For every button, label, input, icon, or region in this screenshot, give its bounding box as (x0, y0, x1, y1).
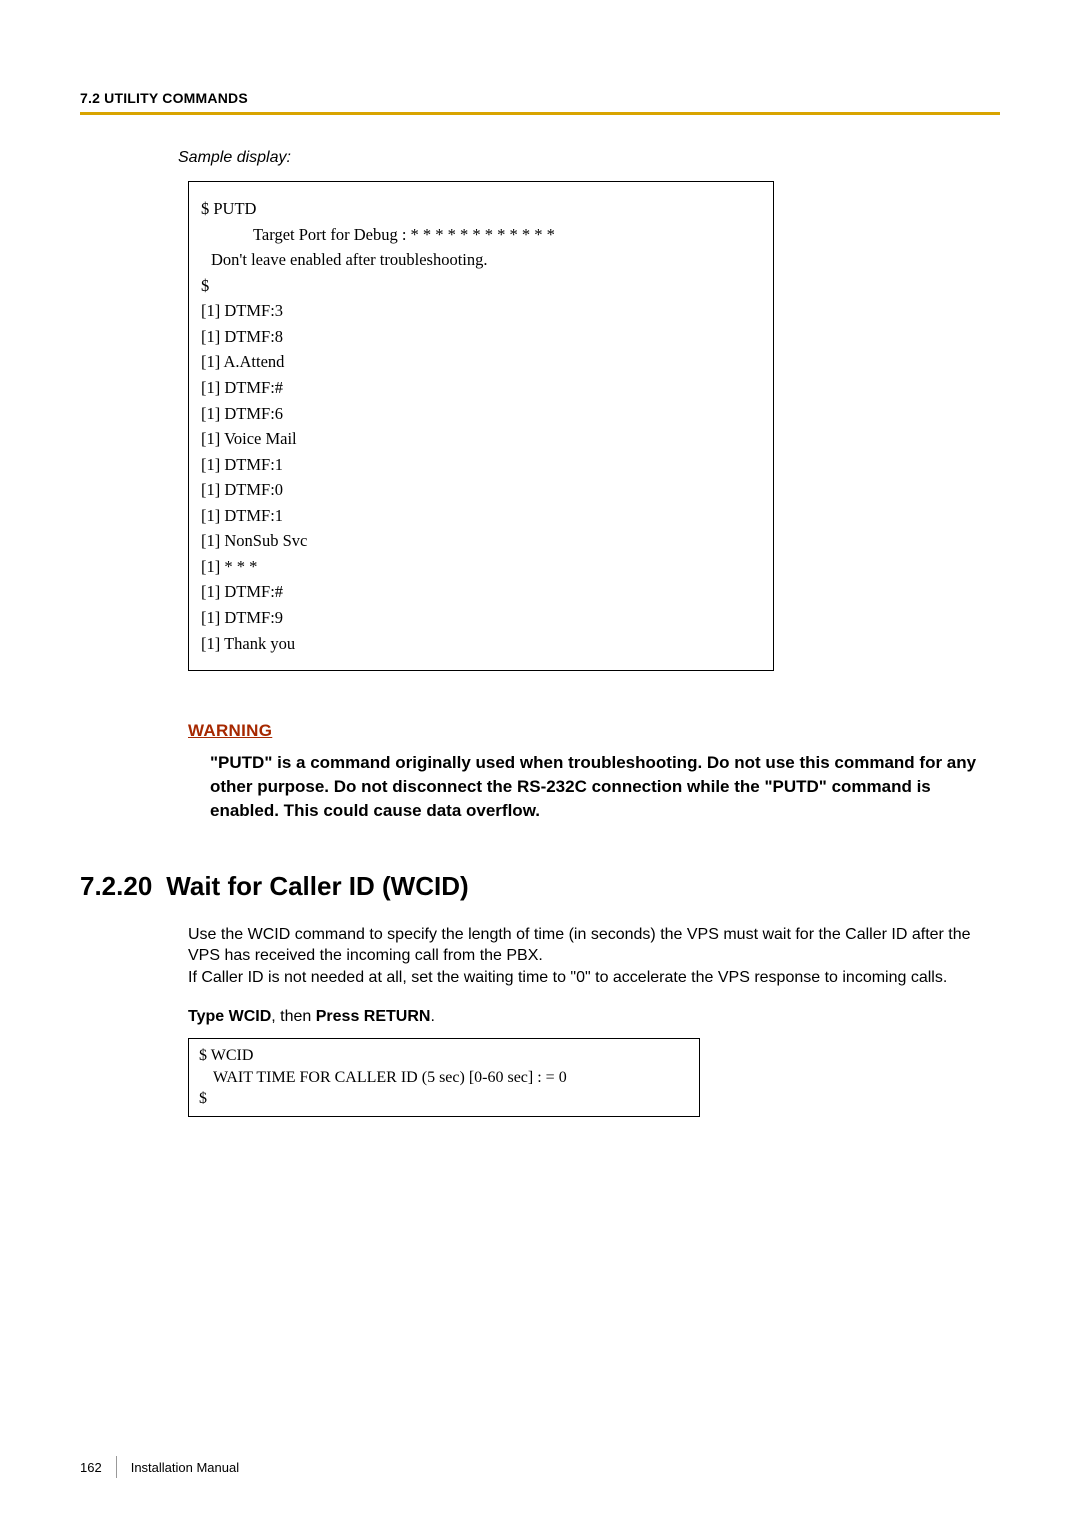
code-line: $ (199, 1088, 689, 1110)
section-heading: 7.2.20 Wait for Caller ID (WCID) (80, 871, 1000, 902)
footer-label: Installation Manual (131, 1460, 239, 1475)
code-line: Target Port for Debug : * * * * * * * * … (201, 222, 761, 248)
warning-block: WARNING "PUTD" is a command originally u… (188, 721, 998, 822)
code-line: [1] * * * (201, 554, 761, 580)
code-line: [1] NonSub Svc (201, 528, 761, 554)
section-header: 7.2 UTILITY COMMANDS (80, 90, 1000, 106)
instruction-line: Type WCID, then Press RETURN. (188, 1008, 1000, 1026)
instruction-action: Press RETURN (316, 1008, 431, 1025)
page-footer: 162 Installation Manual (80, 1456, 239, 1478)
code-line: WAIT TIME FOR CALLER ID (5 sec) [0-60 se… (199, 1067, 689, 1089)
instruction-cmd: Type WCID (188, 1008, 271, 1025)
code-line: [1] DTMF:9 (201, 605, 761, 631)
code-line: [1] Thank you (201, 631, 761, 657)
code-line: $ WCID (199, 1045, 689, 1067)
section-number: 7.2.20 (80, 871, 152, 901)
code-line: $ (201, 273, 761, 299)
sample-display-label: Sample display: (178, 149, 1000, 167)
code-line: [1] DTMF:# (201, 579, 761, 605)
code-line: [1] DTMF:1 (201, 452, 761, 478)
body-paragraph: Use the WCID command to specify the leng… (188, 924, 998, 989)
code-line: [1] DTMF:8 (201, 324, 761, 350)
code-line: [1] DTMF:0 (201, 477, 761, 503)
wcid-code-box: $ WCIDWAIT TIME FOR CALLER ID (5 sec) [0… (188, 1038, 700, 1117)
sample-code-box: $ PUTDTarget Port for Debug : * * * * * … (188, 181, 774, 671)
page: 7.2 UTILITY COMMANDS Sample display: $ P… (0, 0, 1080, 1440)
page-number: 162 (80, 1460, 102, 1475)
orange-rule (80, 112, 1000, 115)
code-line: [1] Voice Mail (201, 426, 761, 452)
instruction-mid: , then (271, 1008, 315, 1025)
code-line: [1] DTMF:3 (201, 298, 761, 324)
instruction-end: . (430, 1008, 434, 1025)
section-title: Wait for Caller ID (WCID) (166, 871, 468, 901)
code-line: [1] A.Attend (201, 349, 761, 375)
warning-text: "PUTD" is a command originally used when… (210, 751, 998, 822)
code-line: $ PUTD (201, 196, 761, 222)
code-line: [1] DTMF:# (201, 375, 761, 401)
warning-title: WARNING (188, 721, 998, 741)
footer-divider (116, 1456, 117, 1478)
code-line: [1] DTMF:1 (201, 503, 761, 529)
code-line: [1] DTMF:6 (201, 401, 761, 427)
code-line: Don't leave enabled after troubleshootin… (201, 247, 761, 273)
